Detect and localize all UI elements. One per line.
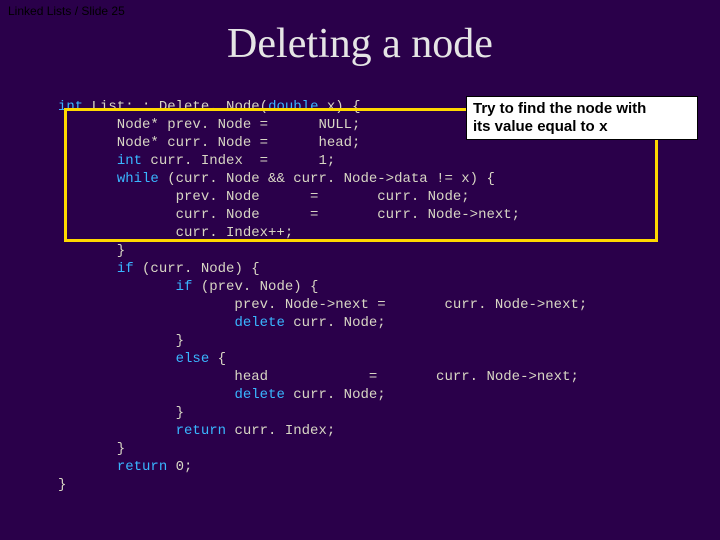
callout-line2a: its value equal to [473,118,599,135]
t [58,423,176,439]
t: curr. Node; [285,387,386,403]
kw: else [176,351,210,367]
kw: return [117,459,167,475]
kw: int [117,153,142,169]
t: x) { [318,99,360,115]
slide-header: Linked Lists / Slide 25 [8,4,125,18]
kw: return [176,423,226,439]
t: } [58,333,184,349]
t: } [58,477,66,493]
callout-line1: Try to find the node with [473,100,646,117]
t: head = curr. Node->next; [58,369,579,385]
t: (curr. Node && curr. Node->data != x) { [159,171,495,187]
t: List: : Delete. Node( [83,99,268,115]
t: prev. Node = curr. Node; [58,189,470,205]
t [58,153,117,169]
t: curr. Index; [226,423,335,439]
t: prev. Node->next = curr. Node->next; [58,297,587,313]
t: { [209,351,226,367]
t [58,459,117,475]
t [58,261,117,277]
t: 0; [167,459,192,475]
t: } [58,441,125,457]
t [58,387,234,403]
t: curr. Node = curr. Node->next; [58,207,520,223]
t: Node* prev. Node = NULL; [58,117,360,133]
kw: delete [234,387,284,403]
callout-var-x: x [599,119,608,136]
t: (curr. Node) { [134,261,260,277]
kw: double [268,99,318,115]
t: Node* curr. Node = head; [58,135,360,151]
t: } [58,243,125,259]
slide-title: Deleting a node [0,20,720,68]
kw: while [117,171,159,187]
callout-box: Try to find the node with its value equa… [466,96,698,140]
t [58,171,117,187]
t [58,351,176,367]
t: (prev. Node) { [192,279,318,295]
t: curr. Index++; [58,225,293,241]
t: curr. Node; [285,315,386,331]
kw: if [176,279,193,295]
t: curr. Index = 1; [142,153,335,169]
t [58,279,176,295]
t [58,315,234,331]
kw: int [58,99,83,115]
code-block: int List: : Delete. Node(double x) { Nod… [58,98,587,494]
kw: if [117,261,134,277]
kw: delete [234,315,284,331]
t: } [58,405,184,421]
